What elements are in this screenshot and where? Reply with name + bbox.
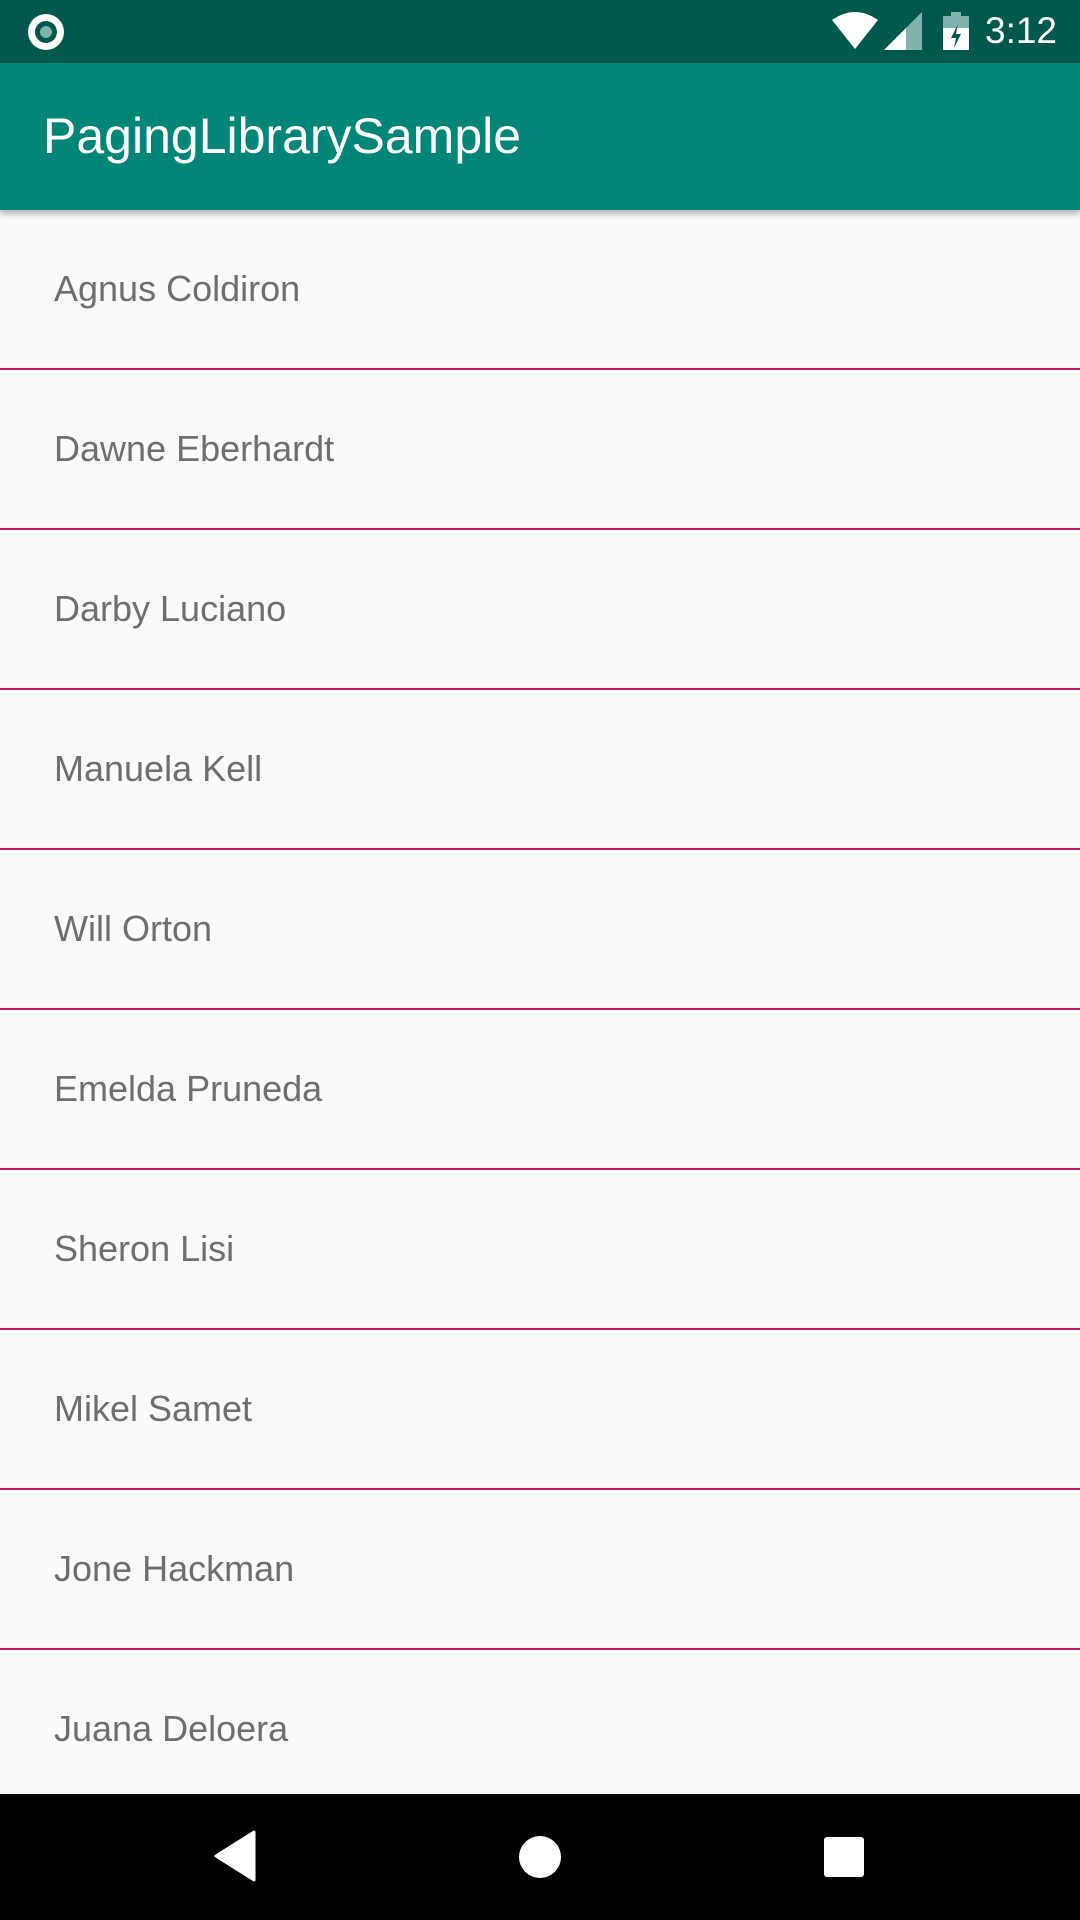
list-item[interactable]: Emelda Pruneda (0, 1010, 1080, 1170)
list-item-label: Will Orton (54, 908, 213, 949)
list-item[interactable]: Darby Luciano (0, 530, 1080, 690)
list-item-label: Emelda Pruneda (54, 1068, 323, 1109)
list-item-label: Agnus Coldiron (54, 268, 301, 309)
battery-charging-icon (943, 12, 969, 50)
list-item-label: Jone Hackman (54, 1548, 295, 1589)
list-item[interactable]: Sheron Lisi (0, 1170, 1080, 1330)
list-item-label: Manuela Kell (54, 748, 263, 789)
cell-signal-icon (884, 12, 922, 50)
list-item[interactable]: Mikel Samet (0, 1330, 1080, 1490)
app-title: PagingLibrarySample (43, 108, 522, 164)
notification-circle-icon (28, 14, 64, 50)
navigation-bar (0, 1794, 1080, 1920)
status-time: 3:12 (985, 10, 1058, 51)
list-item[interactable]: Manuela Kell (0, 690, 1080, 850)
recents-icon[interactable] (824, 1837, 864, 1877)
list-item[interactable]: Dawne Eberhardt (0, 370, 1080, 530)
app-bar: PagingLibrarySample (0, 63, 1080, 210)
list-item[interactable]: Will Orton (0, 850, 1080, 1010)
list-item[interactable]: Juana Deloera (0, 1650, 1080, 1794)
home-icon[interactable] (519, 1836, 561, 1878)
wifi-icon (832, 12, 878, 49)
list-item-label: Dawne Eberhardt (54, 428, 335, 469)
back-icon[interactable] (214, 1830, 256, 1882)
name-list[interactable]: Agnus Coldiron Dawne Eberhardt Darby Luc… (0, 210, 1080, 1794)
list-item-label: Mikel Samet (54, 1388, 253, 1429)
list-item[interactable]: Agnus Coldiron (0, 210, 1080, 370)
list-item-label: Darby Luciano (54, 588, 287, 629)
status-bar: 3:12 (0, 0, 1080, 63)
list-item-label: Sheron Lisi (54, 1228, 235, 1269)
list-item-label: Juana Deloera (54, 1708, 289, 1749)
list-item[interactable]: Jone Hackman (0, 1490, 1080, 1650)
